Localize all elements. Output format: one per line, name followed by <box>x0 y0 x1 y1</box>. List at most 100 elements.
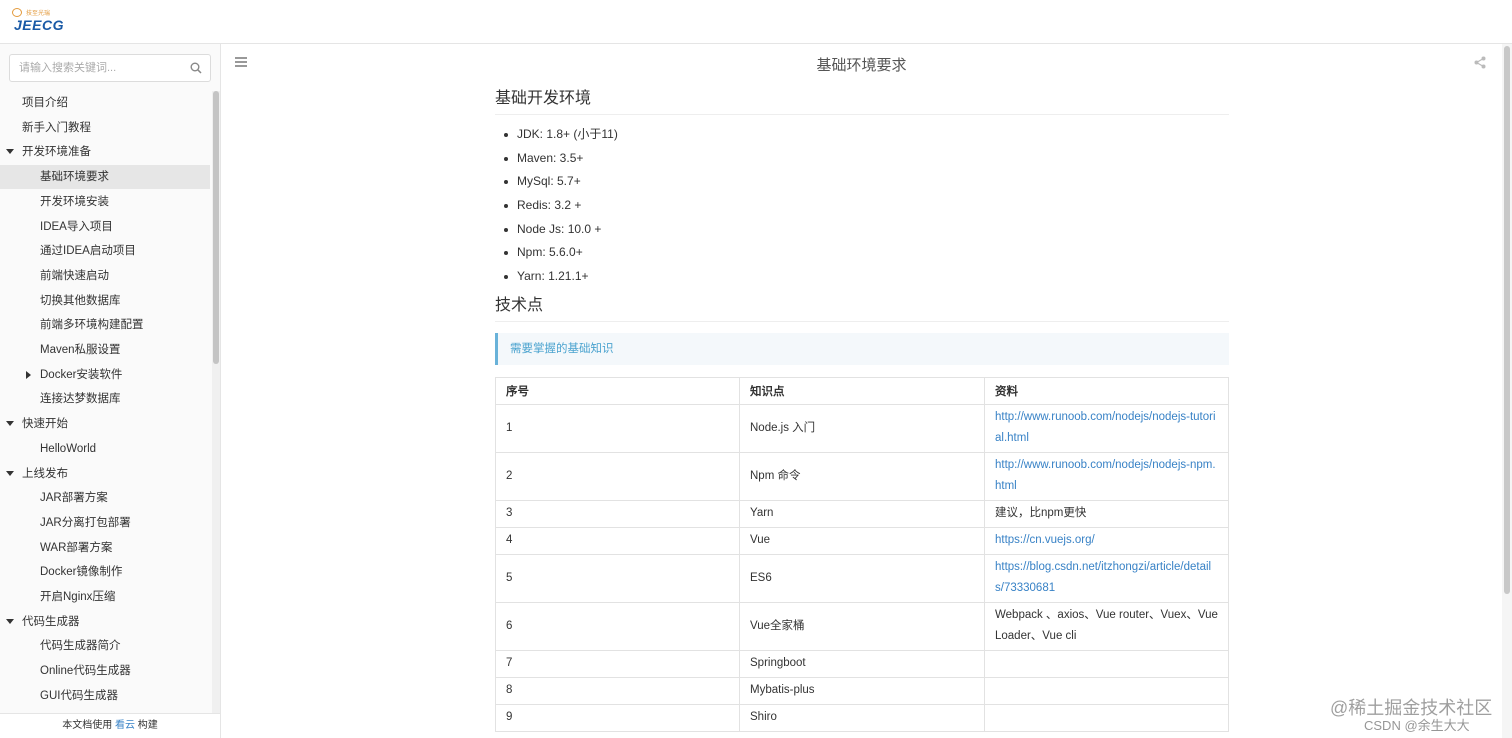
list-item: Npm: 5.6.0+ <box>504 241 1229 265</box>
cell-no: 2 <box>495 451 740 501</box>
main-scrollbar-thumb[interactable] <box>1504 46 1510 594</box>
list-item: Maven: 3.5+ <box>504 147 1229 171</box>
nav-item-label: 上线发布 <box>22 467 68 480</box>
nav-item-label: JAR分离打包部署 <box>40 516 131 529</box>
reference-link[interactable]: https://cn.vuejs.org/ <box>995 534 1095 546</box>
cell-topic: Node.js 入门 <box>739 403 985 453</box>
nav-item[interactable]: GUI代码生成器 <box>0 684 210 708</box>
nav-item[interactable]: 代码生成器简介 <box>0 634 210 658</box>
nav-item[interactable]: 项目介绍 <box>0 91 210 115</box>
nav-item-label: GUI代码生成器 <box>40 689 118 702</box>
sidebar-scrollbar-thumb[interactable] <box>213 91 219 364</box>
col-header-ref: 资料 <box>984 376 1229 405</box>
cell-ref: http://www.runoob.com/nodejs/nodejs-tuto… <box>984 403 1229 453</box>
caret-down-icon[interactable] <box>6 470 14 476</box>
reference-link[interactable]: http://www.runoob.com/nodejs/nodejs-tuto… <box>995 411 1216 444</box>
nav-item[interactable]: Online代码生成器 <box>0 659 210 683</box>
nav-item-label: 开启Nginx压缩 <box>40 591 116 603</box>
nav-item[interactable]: 新手入门教程 <box>0 116 210 140</box>
table-row: 3 Yarn 建议，比npm更快 <box>495 499 1229 528</box>
cell-no: 9 <box>495 703 740 732</box>
list-item: JDK: 1.8+ (小于11) <box>504 123 1229 147</box>
nav-item[interactable]: WAR部署方案 <box>0 536 210 560</box>
article: 基础开发环境 JDK: 1.8+ (小于11) Maven: 3.5+ MySql:… <box>495 84 1229 732</box>
nav-item[interactable]: 开发环境准备 <box>0 140 210 164</box>
cell-topic: ES6 <box>739 553 985 603</box>
nav-item[interactable]: 开发环境安装 <box>0 190 210 214</box>
nav-item[interactable]: 开启Nginx压缩 <box>0 585 210 609</box>
caret-down-icon[interactable] <box>6 149 14 155</box>
jeecg-logo[interactable]: 技至光瑞 JEECG <box>12 8 63 36</box>
nav-item-label: WAR部署方案 <box>40 541 113 554</box>
nav-item-label: Maven私服设置 <box>40 344 121 356</box>
watermark-csdn: CSDN @余生大大 <box>1364 718 1470 733</box>
requirements-list: JDK: 1.8+ (小于11) Maven: 3.5+ MySql: 5.7+ Re… <box>495 123 1229 289</box>
nav-item-label: 连接达梦数据库 <box>40 393 121 406</box>
cell-ref <box>984 676 1229 705</box>
nav-item[interactable]: JAR部署方案 <box>0 486 210 510</box>
cell-topic: Mybatis-plus <box>739 676 985 705</box>
nav-item[interactable]: 快速开始 <box>0 412 210 436</box>
section-heading-tech: 技术点 <box>495 291 1229 322</box>
nav-item-label: 开发环境安装 <box>40 195 109 208</box>
col-header-no: 序号 <box>495 376 740 405</box>
footer-link[interactable]: 看云 <box>115 720 135 731</box>
nav-item[interactable]: JAR分离打包部署 <box>0 511 210 535</box>
caret-down-icon[interactable] <box>6 421 14 427</box>
nav-item[interactable]: 代码生成器 <box>0 610 210 634</box>
nav-item[interactable]: Docker镜像制作 <box>0 560 210 584</box>
reference-link[interactable]: http://www.runoob.com/nodejs/nodejs-npm.… <box>995 459 1216 492</box>
nav-item[interactable]: 上线发布 <box>0 462 210 486</box>
cell-ref <box>984 649 1229 678</box>
share-icon[interactable] <box>1474 56 1486 69</box>
search-input[interactable] <box>19 55 189 81</box>
nav-item-label: 新手入门教程 <box>22 121 91 134</box>
footer-suffix: 构建 <box>135 720 158 731</box>
nav-item[interactable]: Maven私服设置 <box>0 338 210 362</box>
cell-no: 4 <box>495 526 740 555</box>
page-title: 基础环境要求 <box>816 57 907 74</box>
logo-main-text: JEECG <box>14 17 64 33</box>
cell-topic: Shiro <box>739 703 985 732</box>
nav-item[interactable]: 切换其他数据库 <box>0 289 210 313</box>
cell-ref: https://blog.csdn.net/itzhongzi/article/… <box>984 553 1229 603</box>
nav-tree: 项目介绍新手入门教程开发环境准备 基础环境要求开发环境安装 IDEA导入项目通过ID… <box>0 91 212 713</box>
cell-topic: Yarn <box>739 499 985 528</box>
search-box[interactable] <box>9 54 211 82</box>
col-header-topic: 知识点 <box>739 376 985 405</box>
search-icon[interactable] <box>190 62 202 74</box>
cell-no: 1 <box>495 403 740 453</box>
cell-no: 8 <box>495 676 740 705</box>
nav-item[interactable]: 前端多环境构建配置 <box>0 313 210 337</box>
list-item: MySql: 5.7+ <box>504 170 1229 194</box>
nav-item[interactable]: Docker安装软件 <box>0 363 210 387</box>
reference-link[interactable]: https://blog.csdn.net/itzhongzi/article/… <box>995 561 1211 594</box>
nav-item-label: JAR部署方案 <box>40 492 108 505</box>
nav-item[interactable]: 前端快速启动 <box>0 264 210 288</box>
nav-item[interactable]: 基础环境要求 <box>0 165 210 190</box>
cell-topic: Vue全家桶 <box>739 601 985 651</box>
nav-item-label: Docker安装软件 <box>40 368 123 381</box>
note-callout: 需要掌握的基础知识 <box>495 332 1229 365</box>
nav-item-label: IDEA导入项目 <box>40 220 113 233</box>
nav-item[interactable]: IDEA导入项目 <box>0 215 210 239</box>
nav-item[interactable]: HelloWorld <box>0 437 210 461</box>
table-row: 1 Node.js 入门 http://www.runoob.com/nodejs/… <box>495 403 1229 453</box>
nav-item[interactable]: 连接达梦数据库 <box>0 387 210 411</box>
cell-ref <box>984 703 1229 732</box>
caret-right-icon[interactable] <box>26 370 31 379</box>
main-content: 基础环境要求 基础开发环境 JDK: 1.8+ (小于11) Maven: 3.5… <box>221 44 1502 738</box>
nav-item[interactable]: 通过IDEA启动项目 <box>0 239 210 263</box>
list-item: Redis: 3.2 + <box>504 194 1229 218</box>
nav-item-label: HelloWorld <box>40 442 97 455</box>
sidebar: 项目介绍新手入门教程开发环境准备基础环境要求开发环境安装 IDEA导入项目通过ID… <box>0 44 221 738</box>
table-row: 9 Shiro <box>495 703 1229 732</box>
top-bar: 技至光瑞 JEECG <box>0 0 1512 44</box>
nav-item-label: 前端多环境构建配置 <box>40 319 144 332</box>
cell-topic: Springboot <box>739 649 985 678</box>
logo-small-text: 技至光瑞 <box>26 11 51 17</box>
cell-topic: Npm 命令 <box>739 451 985 501</box>
caret-down-icon[interactable] <box>6 618 14 624</box>
table-row: 7 Springboot <box>495 649 1229 678</box>
table-header-row: 序号 知识点 资料 <box>495 376 1229 405</box>
